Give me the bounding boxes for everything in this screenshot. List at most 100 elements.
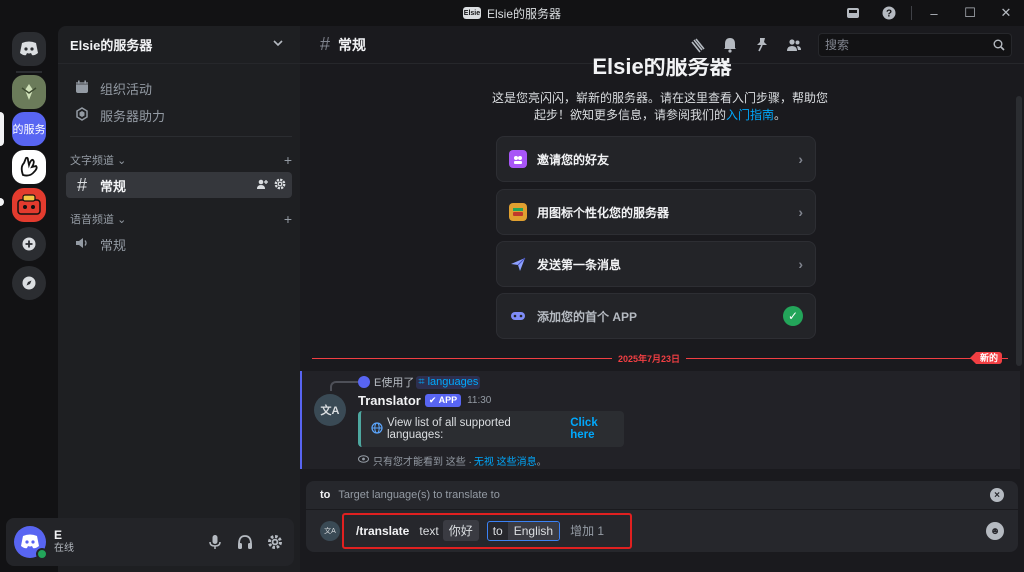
personalize-server-card[interactable]: 用图标个性化您的服务器 ›: [496, 189, 816, 235]
bot-name[interactable]: Translator: [358, 393, 421, 408]
ephemeral-text: 只有您才能看到 这些 ·: [373, 457, 472, 468]
red-server-icon[interactable]: [12, 188, 46, 222]
gear-icon[interactable]: [274, 178, 286, 193]
svg-text:?: ?: [886, 9, 892, 20]
scrollbar[interactable]: [1016, 96, 1022, 366]
option-text-key[interactable]: text: [419, 524, 438, 538]
chevron-down-icon: ⌄: [117, 214, 127, 226]
close-hint-icon[interactable]: ×: [990, 488, 1004, 502]
channel-general-voice[interactable]: 常规: [66, 231, 292, 257]
welcome-title: Elsie的服务器: [592, 58, 732, 79]
microphone-icon[interactable]: [200, 526, 230, 558]
dismiss-message-link[interactable]: 无视 这些消息: [474, 453, 537, 468]
message-composer[interactable]: 文A /translate text 你好 to English 增加 1 ☻: [306, 510, 1018, 552]
chat-main: # 常规 搜索 Elsie的服务器 这是您亮闪闪，崭新的服务器。请在这里查看入门…: [300, 26, 1024, 572]
settings-gear-icon[interactable]: [260, 526, 290, 558]
minimize-icon[interactable]: –: [916, 0, 952, 26]
app-badge: ✔ APP: [424, 394, 462, 407]
category-text-channels[interactable]: 文字频道 ⌄ +: [70, 151, 292, 169]
channel-label: 常规: [100, 237, 127, 253]
command-option-hint: to Target language(s) to translate to ×: [306, 481, 1018, 509]
server-name: Elsie的服务器: [70, 38, 153, 53]
channel-general-text[interactable]: # 常规: [66, 172, 292, 198]
avatar[interactable]: [14, 526, 48, 560]
user-names[interactable]: E 在线: [54, 529, 74, 555]
message-timestamp: 11:30: [467, 395, 492, 406]
divider-date: 2025年7月23日: [612, 352, 687, 365]
message-embed: View list of all supported languages: Cl…: [358, 411, 624, 447]
sidebar-item-label: 服务器助力: [100, 108, 166, 124]
discord-home-icon[interactable]: [12, 32, 46, 66]
card-label: 发送第一条消息: [537, 257, 622, 272]
threads-icon[interactable]: [682, 33, 714, 57]
getting-started-link[interactable]: 入门指南: [726, 108, 774, 122]
title-separator: [911, 6, 912, 20]
channel-sidebar: Elsie的服务器 组织活动 服务器助力 文字频道 ⌄ + # 常规 语音频道 …: [58, 26, 300, 572]
window-controls: ? – ☐ ✕: [835, 0, 1024, 26]
chevron-down-icon: ⌄: [117, 155, 127, 167]
add-first-app-card[interactable]: 添加您的首个 APP ✓: [496, 293, 816, 339]
plant-server-icon[interactable]: [12, 75, 46, 109]
welcome-description: 这是您亮闪闪，崭新的服务器。请在这里查看入门步骤，帮助您起步！欲知更多信息，请参…: [490, 90, 830, 124]
window-title: Elsie的服务器: [486, 6, 561, 21]
sidebar-item-events[interactable]: 组织活动: [66, 75, 292, 101]
add-channel-icon[interactable]: +: [284, 211, 292, 227]
card-label: 用图标个性化您的服务器: [537, 205, 670, 220]
command-name: languages: [427, 375, 479, 388]
add-channel-icon[interactable]: +: [284, 152, 292, 168]
sidebar-divider: [70, 136, 292, 137]
embed-text: View list of all supported languages:: [387, 417, 511, 441]
server-header[interactable]: Elsie的服务器: [58, 26, 300, 64]
add-option-label[interactable]: 增加 1: [570, 522, 604, 539]
bell-icon[interactable]: [714, 33, 746, 57]
welcome-text-end: 。: [774, 108, 787, 122]
emoji-icon[interactable]: ☻: [986, 522, 1004, 540]
help-icon[interactable]: ?: [871, 0, 907, 26]
invite-icon[interactable]: [256, 178, 268, 193]
server-list: 的服务: [0, 26, 58, 572]
category-voice-channels[interactable]: 语音频道 ⌄ +: [70, 210, 292, 228]
option-to-value[interactable]: English: [507, 521, 560, 540]
reply-connector: [330, 381, 358, 391]
send-first-message-card[interactable]: 发送第一条消息 ›: [496, 241, 816, 287]
invite-friends-card[interactable]: 邀请您的好友 ›: [496, 136, 816, 182]
slash-command-input[interactable]: /translate text 你好 to English 增加 1: [356, 520, 604, 541]
message-item: E使用了 ⌗ languages 文A Translator ✔ APP 11:…: [300, 371, 1020, 469]
globe-icon: [371, 421, 383, 437]
option-to[interactable]: to English: [486, 520, 561, 541]
hash-icon: #: [76, 174, 87, 195]
search-icon: [993, 39, 1005, 51]
explore-icon[interactable]: [12, 266, 46, 300]
user-status: 在线: [54, 543, 74, 554]
option-text-value[interactable]: 你好: [442, 520, 479, 541]
bot-avatar[interactable]: 文A: [314, 394, 346, 426]
option-hint-key: to: [320, 489, 331, 501]
hand-server-icon[interactable]: [12, 150, 46, 184]
user-panel: E 在线: [6, 518, 294, 566]
title-bar: Elsie Elsie的服务器 ? – ☐ ✕: [0, 0, 1024, 26]
elsie-server-icon[interactable]: 的服务: [12, 112, 46, 146]
command-name: /translate: [356, 523, 410, 538]
click-here-link[interactable]: Click here: [570, 417, 624, 441]
close-icon[interactable]: ✕: [988, 0, 1024, 26]
card-label: 邀请您的好友: [537, 152, 610, 167]
member-list-icon[interactable]: [778, 33, 810, 57]
guild-divider: [16, 71, 42, 73]
add-server-icon[interactable]: [12, 227, 46, 261]
category-label: 文字频道: [70, 155, 114, 167]
maximize-icon[interactable]: ☐: [952, 0, 988, 26]
slash-icon: ⌗: [418, 375, 428, 388]
hash-icon: #: [320, 34, 331, 54]
ephemeral-notice: 只有您才能看到 这些 · 无视 这些消息 。: [358, 453, 547, 468]
chevron-down-icon[interactable]: [272, 37, 284, 52]
inbox-icon[interactable]: [835, 0, 871, 26]
invite-friends-icon: [509, 150, 527, 168]
palette-icon: [509, 203, 527, 221]
user-mini-avatar: [358, 376, 370, 388]
headphones-icon[interactable]: [230, 526, 260, 558]
chevron-right-icon: ›: [798, 256, 803, 272]
search-input[interactable]: 搜索: [818, 32, 1012, 57]
sidebar-item-boost[interactable]: 服务器助力: [66, 102, 292, 128]
pin-icon[interactable]: [746, 33, 778, 57]
command-link[interactable]: ⌗ languages: [416, 375, 481, 389]
